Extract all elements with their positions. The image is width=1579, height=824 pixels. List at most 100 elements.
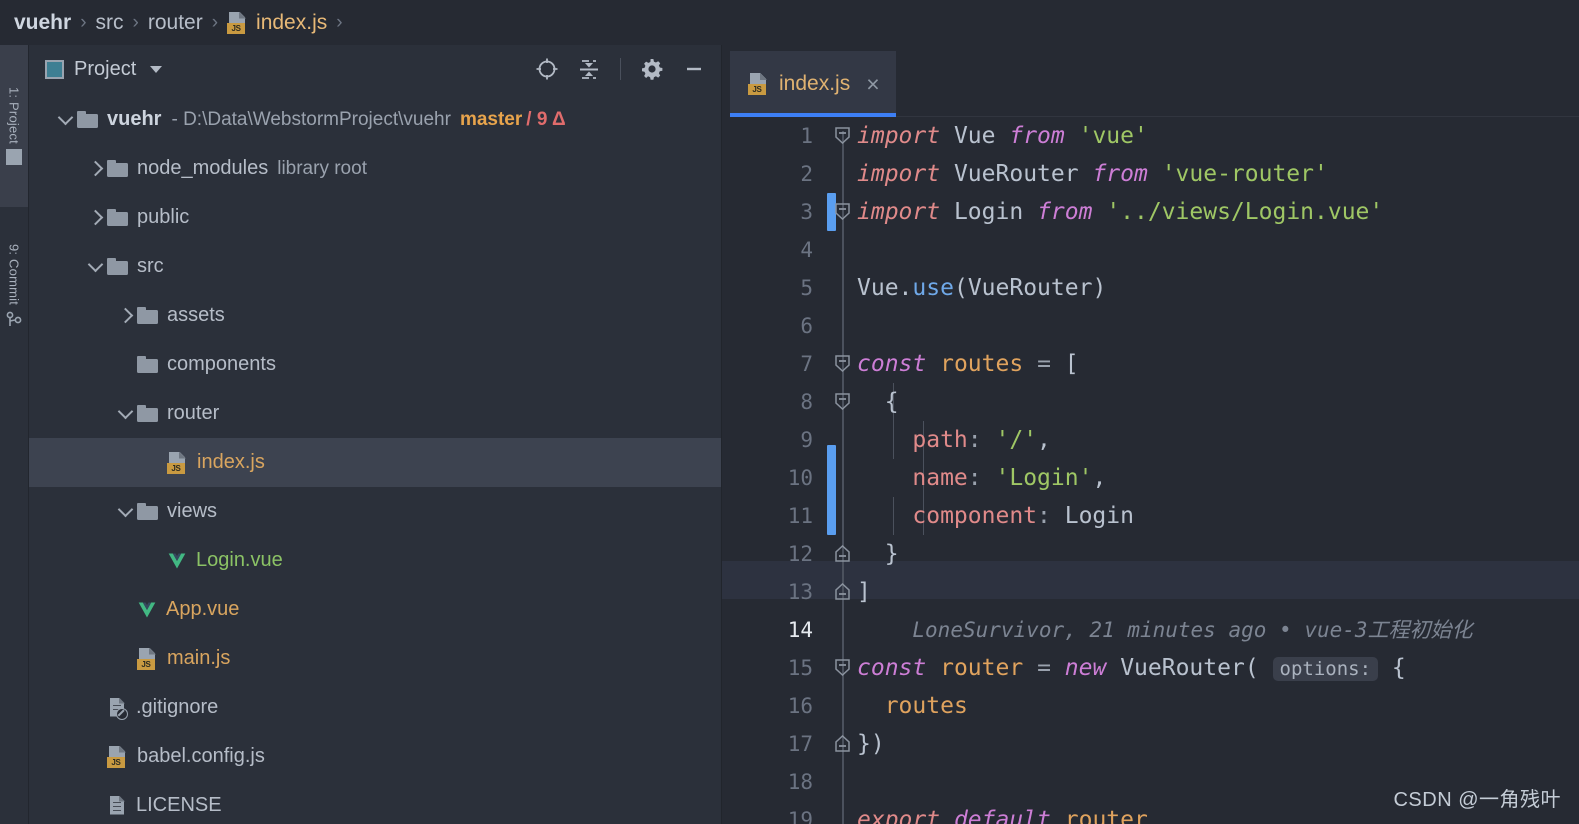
fold-marker-collapse-icon[interactable] bbox=[834, 659, 851, 676]
fold-marker-expand-icon[interactable] bbox=[834, 583, 851, 600]
breadcrumb-item-router[interactable]: router bbox=[148, 11, 203, 35]
fold-region-line bbox=[842, 131, 844, 824]
stripe-tab-project[interactable]: 1: Project bbox=[0, 45, 28, 207]
code-line-19[interactable]: export default router bbox=[857, 801, 1148, 824]
stripe-tab-label: 9: Commit bbox=[6, 243, 22, 306]
collapse-all-icon[interactable] bbox=[576, 56, 602, 82]
expand-arrow-icon[interactable] bbox=[83, 160, 107, 177]
project-toolbar-actions bbox=[534, 56, 707, 82]
minimize-icon[interactable] bbox=[681, 56, 707, 82]
code-line-7[interactable]: const routes = [ bbox=[857, 345, 1079, 383]
tree-row-node-modules[interactable]: node_modules library root bbox=[29, 144, 721, 193]
breadcrumb-separator: › bbox=[80, 11, 87, 33]
tree-row-babel-config-js[interactable]: JS babel.config.js bbox=[29, 732, 721, 781]
expand-arrow-icon[interactable] bbox=[53, 109, 77, 126]
editor-tab-label: index.js bbox=[779, 72, 851, 95]
code-line-9[interactable]: path: '/', bbox=[857, 421, 1051, 459]
code-line-16[interactable]: routes bbox=[857, 687, 968, 725]
tree-row-main-js[interactable]: JS main.js bbox=[29, 634, 721, 683]
watermark: CSDN @一角残叶 bbox=[1393, 789, 1561, 811]
editor-gutter[interactable]: 1 2 3 4 5 6 7 8 9 10 11 12 13 14 15 16 1 bbox=[722, 117, 827, 824]
expand-arrow-icon[interactable] bbox=[113, 501, 137, 518]
ignored-file-icon bbox=[107, 697, 128, 720]
line-number: 9 bbox=[800, 428, 813, 452]
fold-marker-expand-icon[interactable] bbox=[834, 735, 851, 752]
code-line-8[interactable]: { bbox=[857, 383, 899, 421]
tree-row-views[interactable]: views bbox=[29, 487, 721, 536]
git-blame-annotation: LoneSurvivor, 21 minutes ago • vue-3工程初始… bbox=[912, 618, 1473, 642]
code-line-10[interactable]: name: 'Login', bbox=[857, 459, 1106, 497]
line-number: 19 bbox=[787, 808, 813, 824]
project-tree[interactable]: vuehr - D:\Data\WebstormProject\vuehr ma… bbox=[29, 93, 721, 824]
expand-arrow-icon[interactable] bbox=[113, 307, 137, 324]
breadcrumb-item-vuehr[interactable]: vuehr bbox=[14, 11, 71, 35]
stripe-tab-commit[interactable]: 9: Commit bbox=[0, 207, 28, 369]
tree-label: src bbox=[137, 255, 164, 277]
fold-marker-collapse-icon[interactable] bbox=[834, 203, 851, 220]
stripe-tab-label: 1: Project bbox=[6, 86, 22, 144]
code-line-5[interactable]: Vue.use(VueRouter) bbox=[857, 269, 1106, 307]
js-file-icon: JS bbox=[167, 451, 188, 474]
project-title-label: Project bbox=[74, 57, 137, 80]
line-number: 13 bbox=[787, 580, 813, 604]
line-number-current: 14 bbox=[787, 618, 813, 642]
tree-row-router[interactable]: router bbox=[29, 389, 721, 438]
expand-arrow-icon[interactable] bbox=[83, 209, 107, 226]
expand-arrow-icon[interactable] bbox=[113, 403, 137, 420]
locate-icon[interactable] bbox=[534, 56, 560, 82]
line-number: 16 bbox=[787, 694, 813, 718]
tree-label: index.js bbox=[197, 451, 265, 473]
line-number: 6 bbox=[800, 314, 813, 338]
breadcrumb-item-src[interactable]: src bbox=[96, 11, 124, 35]
tree-row-index-js[interactable]: JS index.js bbox=[29, 438, 721, 487]
code-editor[interactable]: 1 2 3 4 5 6 7 8 9 10 11 12 13 14 15 16 1 bbox=[722, 117, 1579, 824]
code-line-17[interactable]: }) bbox=[857, 725, 885, 763]
folder-icon bbox=[137, 503, 158, 520]
tree-row-src[interactable]: src bbox=[29, 242, 721, 291]
code-line-2[interactable]: import VueRouter from 'vue-router' bbox=[857, 155, 1328, 193]
tree-row-gitignore[interactable]: .gitignore bbox=[29, 683, 721, 732]
project-title-dropdown[interactable]: Project bbox=[45, 57, 163, 81]
fold-marker-collapse-icon[interactable] bbox=[834, 127, 851, 144]
main-area: 1: Project 9: Commit Project vuehr - D:\… bbox=[0, 45, 1579, 824]
close-icon[interactable]: × bbox=[866, 72, 879, 96]
tree-row-components[interactable]: components bbox=[29, 340, 721, 389]
vcs-change-marker[interactable] bbox=[827, 445, 836, 535]
tree-label: Login.vue bbox=[196, 549, 283, 571]
fold-marker-collapse-icon[interactable] bbox=[834, 393, 851, 410]
code-line-14[interactable]: LoneSurvivor, 21 minutes ago • vue-3工程初始… bbox=[857, 611, 1473, 649]
breadcrumb-label: index.js bbox=[256, 10, 328, 34]
expand-arrow-icon[interactable] bbox=[83, 256, 107, 273]
code-line-15[interactable]: const router = new VueRouter( options: { bbox=[857, 649, 1406, 687]
code-line-1[interactable]: import Vue from 'vue' bbox=[857, 117, 1148, 155]
gear-icon[interactable] bbox=[639, 56, 665, 82]
breadcrumb-separator: › bbox=[211, 11, 219, 33]
tree-row-license[interactable]: LICENSE bbox=[29, 781, 721, 824]
code-line-12[interactable]: } bbox=[857, 535, 899, 573]
toolbar-divider bbox=[620, 58, 621, 80]
fold-marker-collapse-icon[interactable] bbox=[834, 355, 851, 372]
tree-label: node_modules bbox=[137, 157, 269, 179]
code-line-3[interactable]: import Login from '../views/Login.vue' bbox=[857, 193, 1383, 231]
tree-row-public[interactable]: public bbox=[29, 193, 721, 242]
tree-row-vuehr[interactable]: vuehr - D:\Data\WebstormProject\vuehr ma… bbox=[29, 95, 721, 144]
editor-tab-index-js[interactable]: JS index.js × bbox=[730, 51, 896, 117]
editor-fold-column[interactable] bbox=[827, 117, 857, 824]
tree-row-assets[interactable]: assets bbox=[29, 291, 721, 340]
vue-file-icon bbox=[137, 600, 157, 620]
code-line-11[interactable]: component: Login bbox=[857, 497, 1134, 535]
text-file-icon bbox=[107, 795, 127, 817]
fold-marker-expand-icon[interactable] bbox=[834, 545, 851, 562]
breadcrumb-label: router bbox=[147, 10, 203, 34]
tree-label: babel.config.js bbox=[137, 745, 265, 767]
tool-window-stripe-left: 1: Project 9: Commit bbox=[0, 45, 29, 824]
code-lines[interactable]: import Vue from 'vue' import VueRouter f… bbox=[857, 117, 1579, 824]
code-line-13[interactable]: ] bbox=[857, 573, 871, 611]
breadcrumb: vuehr › src › router › JS index.js › bbox=[0, 0, 1579, 45]
tree-label: App.vue bbox=[166, 598, 240, 620]
tree-row-app-vue[interactable]: App.vue bbox=[29, 585, 721, 634]
tree-label: assets bbox=[167, 304, 225, 326]
tree-row-login-vue[interactable]: Login.vue bbox=[29, 536, 721, 585]
breadcrumb-item-index-js[interactable]: JS index.js bbox=[227, 11, 327, 35]
line-number: 4 bbox=[800, 238, 813, 262]
